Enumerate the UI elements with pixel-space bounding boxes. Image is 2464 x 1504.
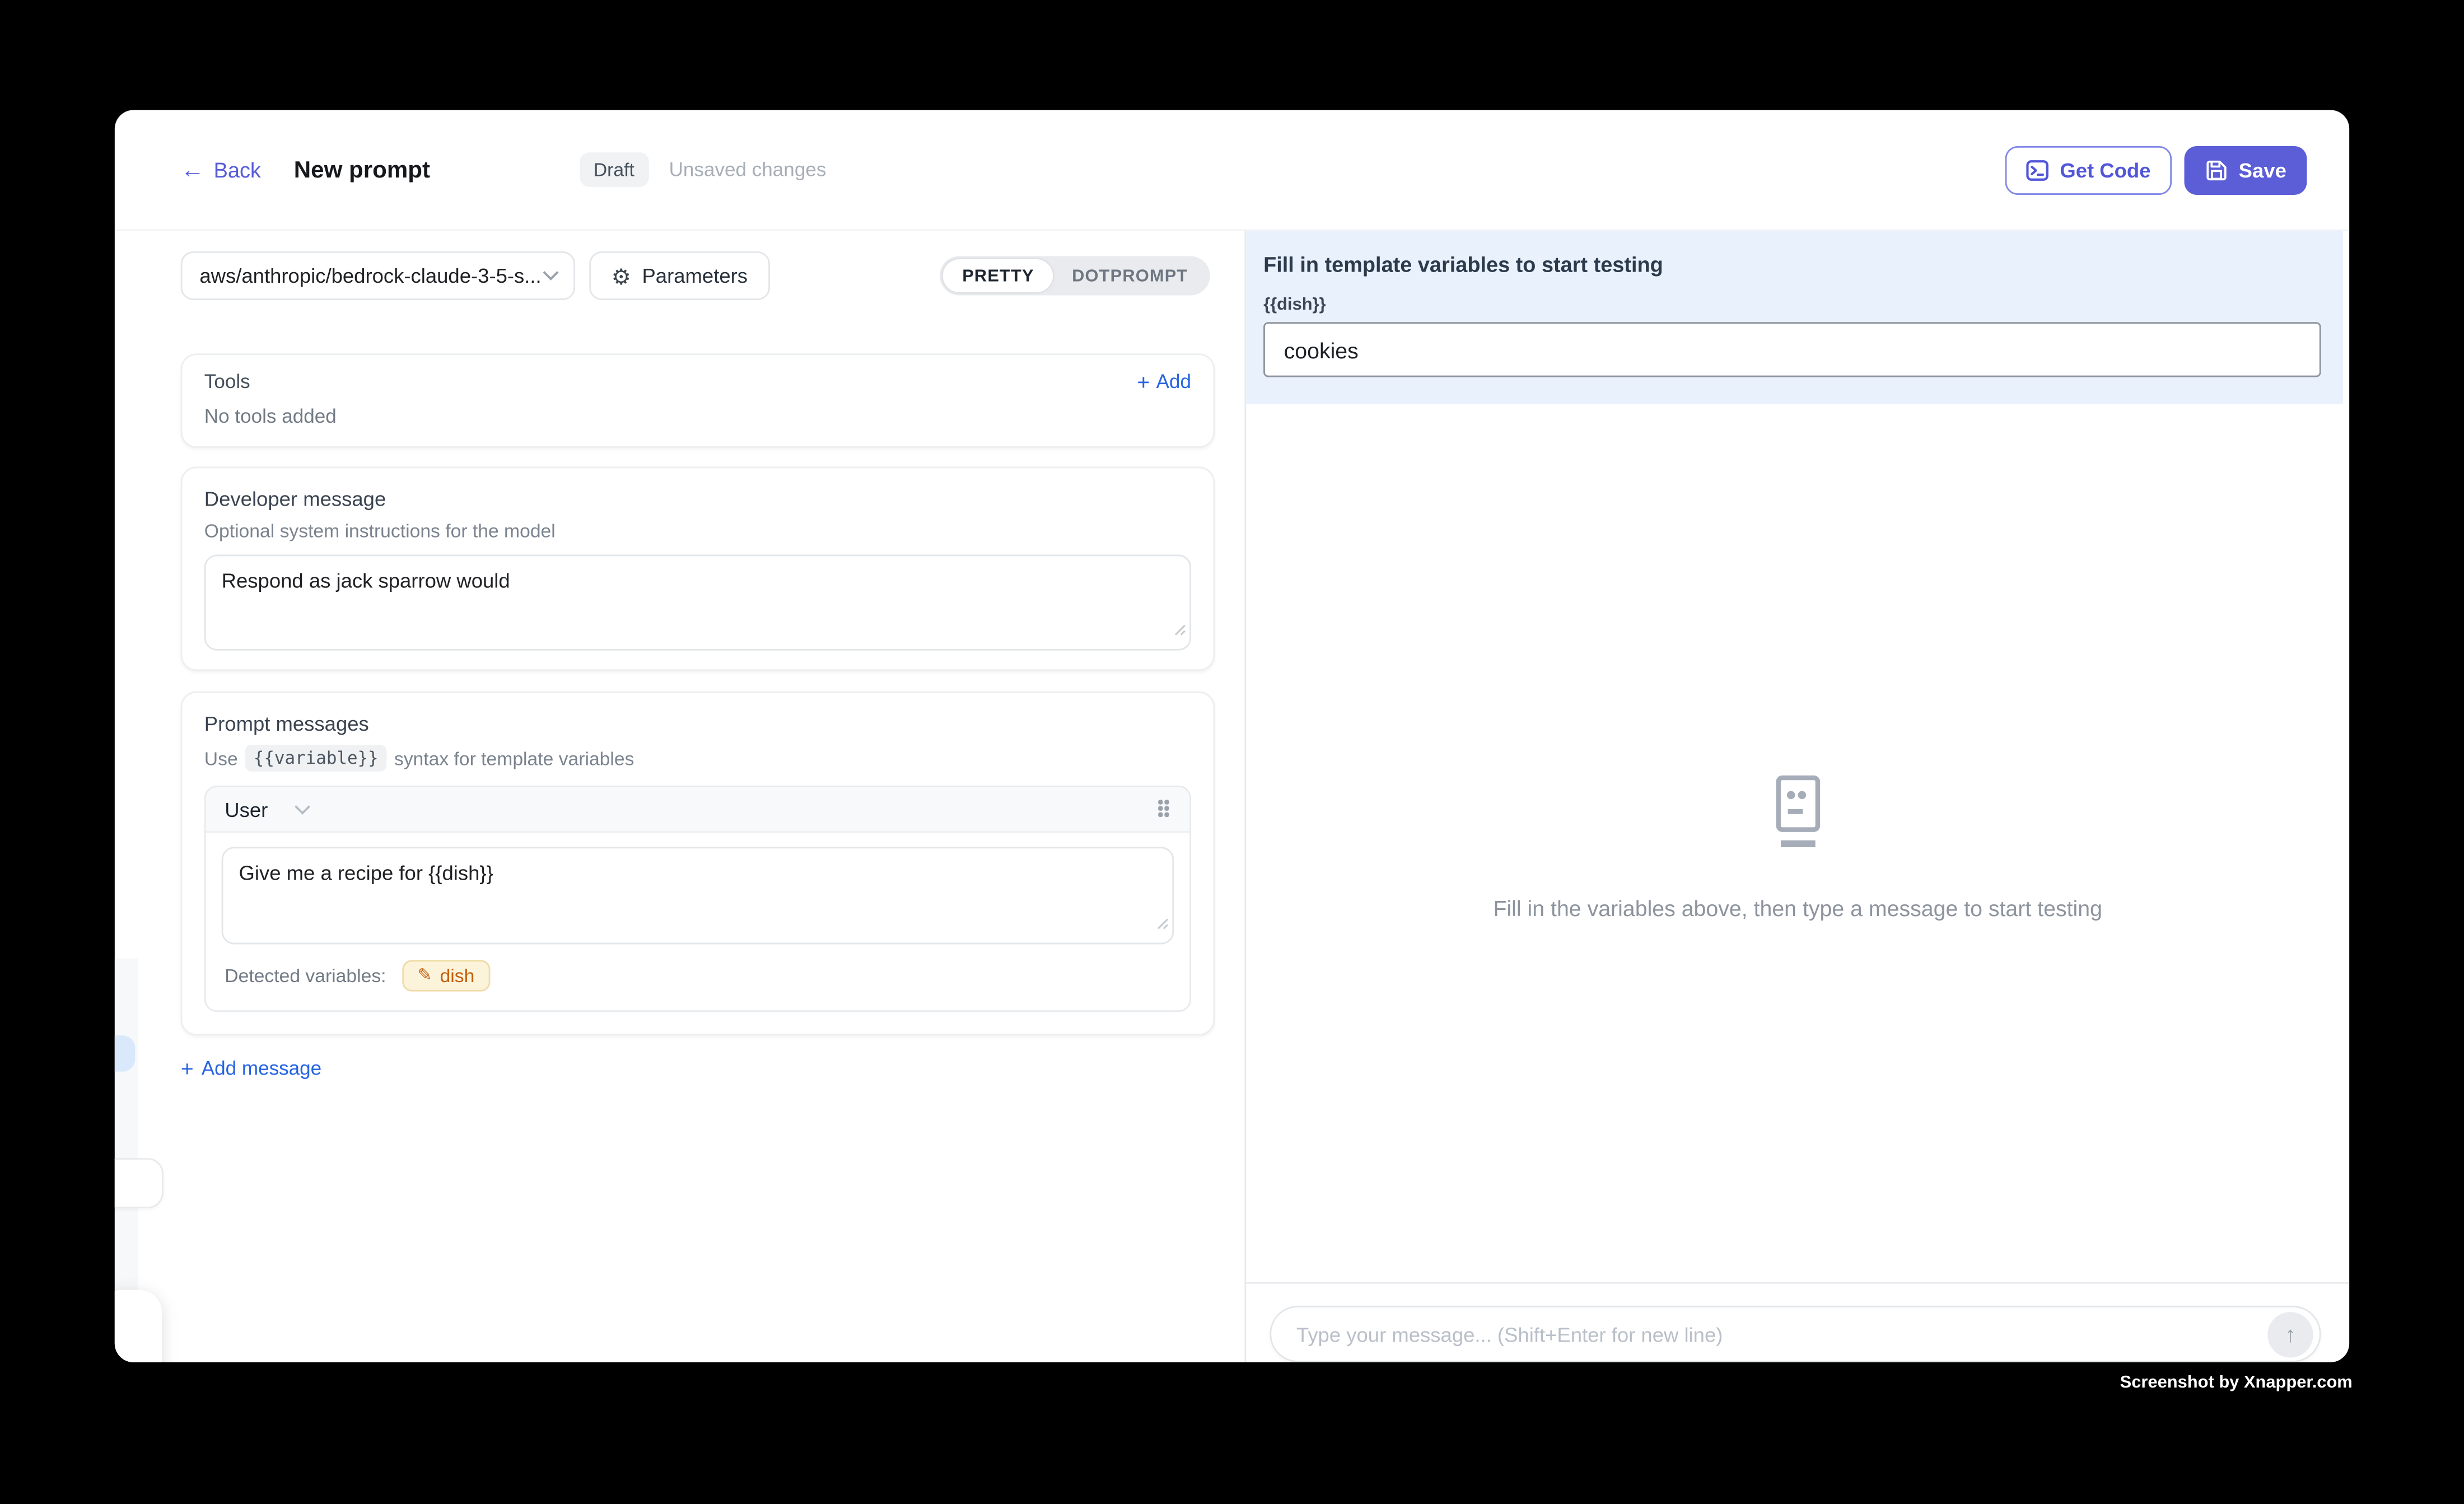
save-label: Save [2239,158,2286,181]
plus-icon: + [181,1058,194,1080]
tools-title: Tools [204,371,250,393]
message-textarea[interactable]: Give me a recipe for {{dish}} [222,847,1174,944]
gear-icon: ⚙︎ [612,265,631,287]
developer-message-card: Developer message Optional system instru… [181,466,1215,671]
prompt-messages-subtitle-suffix: syntax for template variables [394,747,634,769]
app-window: ← Back New prompt Draft Unsaved changes … [115,110,2349,1362]
background-panel-corner [115,1290,162,1362]
background-panel-corner [115,1158,164,1208]
toggle-option-dotprompt[interactable]: DOTPROMPT [1053,259,1207,292]
add-tool-label: Add [1156,371,1191,393]
background-selection-highlight [115,1035,135,1072]
drag-handle-icon[interactable] [1158,800,1170,819]
view-toggle: PRETTY DOTPROMPT [940,256,1210,295]
unsaved-changes-text: Unsaved changes [669,158,827,180]
banner-title: Fill in template variables to start test… [1263,253,2321,277]
plus-icon: + [1137,371,1150,393]
draft-badge: Draft [580,152,649,187]
message-role-label: User [225,797,268,821]
pencil-icon: ✎ [418,967,432,984]
back-arrow-icon: ← [181,158,204,181]
variable-field-input[interactable] [1263,322,2321,377]
message-role-select[interactable]: User [225,797,312,821]
get-code-button[interactable]: Get Code [2005,146,2171,194]
model-toolbar: aws/anthropic/bedrock-claude-3-5-s... ⚙︎… [181,251,1210,300]
prompt-messages-subtitle-prefix: Use [204,747,238,769]
robot-icon [1762,774,1834,850]
message-block: User Give me a recipe for {{dish}} [204,786,1191,1012]
add-tool-button[interactable]: + Add [1137,371,1191,393]
template-variables-banner: Fill in template variables to start test… [1246,231,2343,404]
parameters-label: Parameters [642,264,748,287]
developer-message-textarea[interactable]: Respond as jack sparrow would [204,555,1191,651]
screenshot-stage: ← Back New prompt Draft Unsaved changes … [0,0,2464,1503]
tools-empty-text: No tools added [204,405,1191,427]
test-pane: Fill in template variables to start test… [1244,231,2349,1362]
variable-field-label: {{dish}} [1263,296,2321,315]
composer-input[interactable] [1293,1321,2267,1348]
add-message-label: Add message [202,1058,321,1080]
back-button[interactable]: ← Back [181,158,261,181]
message-composer: ↑ [1246,1282,2349,1362]
model-selector-value: aws/anthropic/bedrock-claude-3-5-s... [199,264,541,287]
terminal-icon [2026,158,2049,181]
empty-state-text: Fill in the variables above, then type a… [1493,895,2102,921]
parameters-button[interactable]: ⚙︎ Parameters [589,251,769,300]
chat-empty-state: Fill in the variables above, then type a… [1493,774,2102,921]
page-title: New prompt [294,156,430,183]
chevron-down-icon [295,804,312,815]
variable-syntax-code: {{variable}} [246,745,386,772]
prompt-editor-pane: aws/anthropic/bedrock-claude-3-5-s... ⚙︎… [115,231,1245,1362]
message-header: User [206,787,1190,833]
get-code-label: Get Code [2060,158,2150,181]
add-message-button[interactable]: + Add message [181,1058,1245,1080]
save-icon [2204,158,2228,181]
variable-chip[interactable]: ✎ dish [402,960,491,992]
chat-area: Fill in the variables above, then type a… [1246,404,2349,1282]
developer-message-subtitle: Optional system instructions for the mod… [204,520,1191,542]
chevron-down-icon [542,270,559,282]
prompt-messages-card: Prompt messages Use {{variable}} syntax … [181,692,1215,1036]
send-arrow-icon: ↑ [2285,1321,2296,1347]
variable-chip-label: dish [440,965,475,987]
save-button[interactable]: Save [2183,146,2307,194]
watermark: Screenshot by Xnapper.com [2120,1374,2353,1393]
back-label: Back [214,158,261,181]
toggle-option-pretty[interactable]: PRETTY [944,259,1053,292]
developer-message-title: Developer message [204,487,1191,511]
detected-variables-label: Detected variables: [225,965,386,987]
tools-card: Tools + Add No tools added [181,353,1215,447]
model-selector[interactable]: aws/anthropic/bedrock-claude-3-5-s... [181,251,575,300]
prompt-messages-title: Prompt messages [204,712,1191,735]
send-button[interactable]: ↑ [2267,1311,2313,1357]
header: ← Back New prompt Draft Unsaved changes … [115,110,2349,231]
